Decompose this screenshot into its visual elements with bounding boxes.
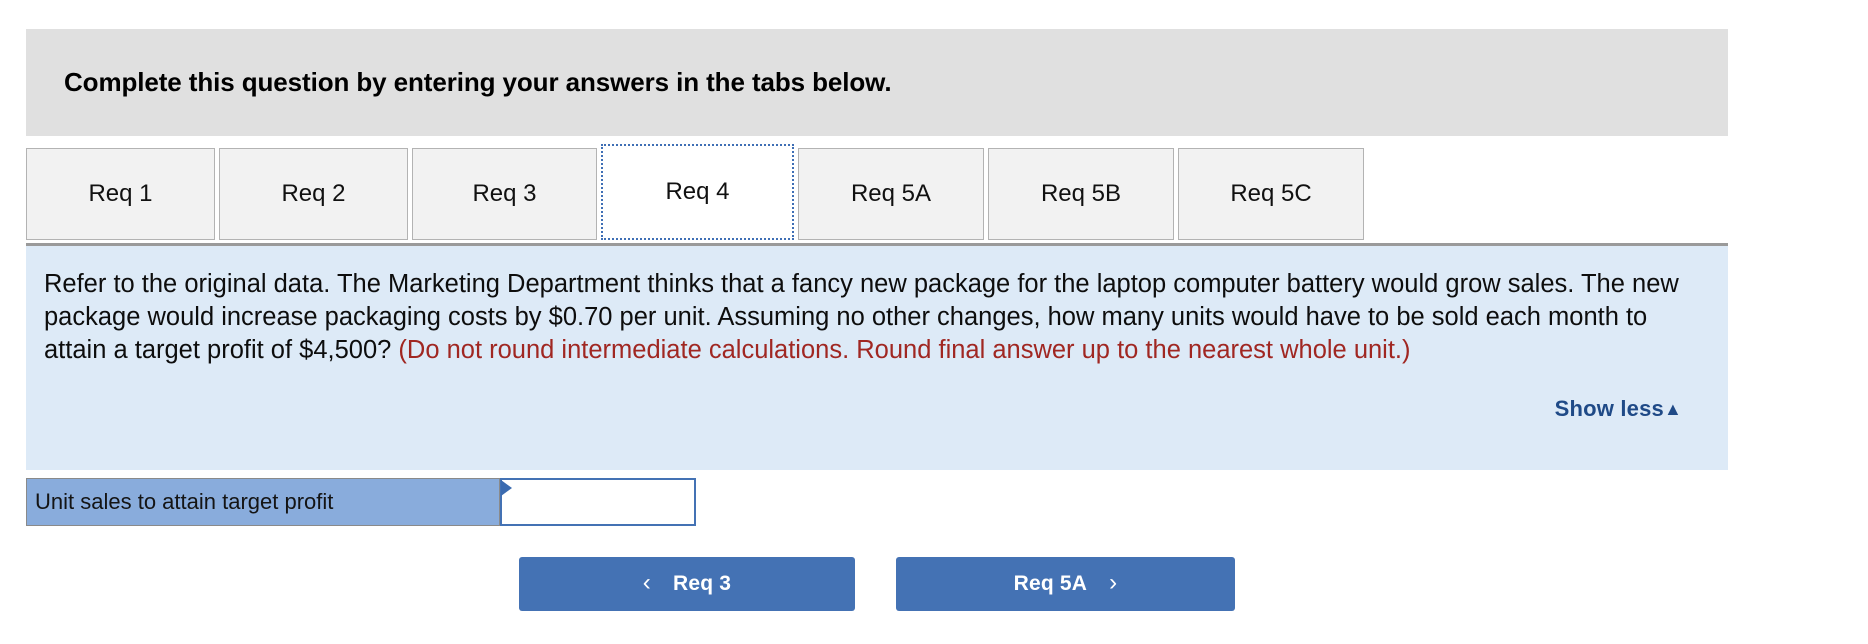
tab-req-5b[interactable]: Req 5B bbox=[988, 148, 1174, 240]
question-panel: Refer to the original data. The Marketin… bbox=[26, 246, 1728, 470]
caret-up-icon: ▲ bbox=[1663, 399, 1682, 419]
next-req-button-label: Req 5A bbox=[1013, 572, 1088, 595]
tab-req-5a[interactable]: Req 5A bbox=[798, 148, 984, 240]
tab-req-5c-label: Req 5C bbox=[1230, 180, 1312, 207]
instruction-banner: Complete this question by entering your … bbox=[26, 29, 1728, 136]
chevron-left-icon: ‹ bbox=[642, 569, 651, 596]
question-text: Refer to the original data. The Marketin… bbox=[44, 268, 1694, 367]
answer-row: Unit sales to attain target profit bbox=[26, 478, 696, 526]
tab-req-5c[interactable]: Req 5C bbox=[1178, 148, 1364, 240]
next-req-button[interactable]: Req 5A › bbox=[896, 557, 1235, 611]
show-less-link[interactable]: Show less▲ bbox=[1555, 396, 1682, 422]
tab-req-3-label: Req 3 bbox=[472, 180, 537, 207]
answer-row-label-text: Unit sales to attain target profit bbox=[35, 489, 334, 514]
previous-req-button-label: Req 3 bbox=[673, 572, 732, 595]
tab-req-3[interactable]: Req 3 bbox=[412, 148, 597, 240]
tab-strip: Req 1 Req 2 Req 3 Req 4 Req 5A Req 5B Re… bbox=[26, 144, 1368, 246]
tab-req-4[interactable]: Req 4 bbox=[601, 144, 794, 240]
navigation-buttons: ‹ Req 3 Req 5A › bbox=[519, 557, 1235, 611]
tab-strip-underline bbox=[26, 243, 1728, 246]
tab-req-1[interactable]: Req 1 bbox=[26, 148, 215, 240]
answer-row-label: Unit sales to attain target profit bbox=[26, 478, 500, 526]
tab-req-2[interactable]: Req 2 bbox=[219, 148, 408, 240]
tab-req-5b-label: Req 5B bbox=[1040, 180, 1122, 207]
show-less-label: Show less bbox=[1554, 396, 1664, 421]
question-hint: (Do not round intermediate calculations.… bbox=[398, 336, 1411, 364]
unit-sales-input[interactable] bbox=[500, 478, 696, 526]
tab-req-5a-label: Req 5A bbox=[850, 180, 932, 207]
previous-req-button[interactable]: ‹ Req 3 bbox=[519, 557, 855, 611]
answer-input-wrapper bbox=[500, 478, 696, 526]
instruction-banner-text: Complete this question by entering your … bbox=[64, 67, 892, 97]
tab-req-4-label: Req 4 bbox=[665, 178, 730, 205]
tab-req-2-label: Req 2 bbox=[281, 180, 346, 207]
tab-req-1-label: Req 1 bbox=[88, 180, 153, 207]
chevron-right-icon: › bbox=[1109, 569, 1118, 596]
